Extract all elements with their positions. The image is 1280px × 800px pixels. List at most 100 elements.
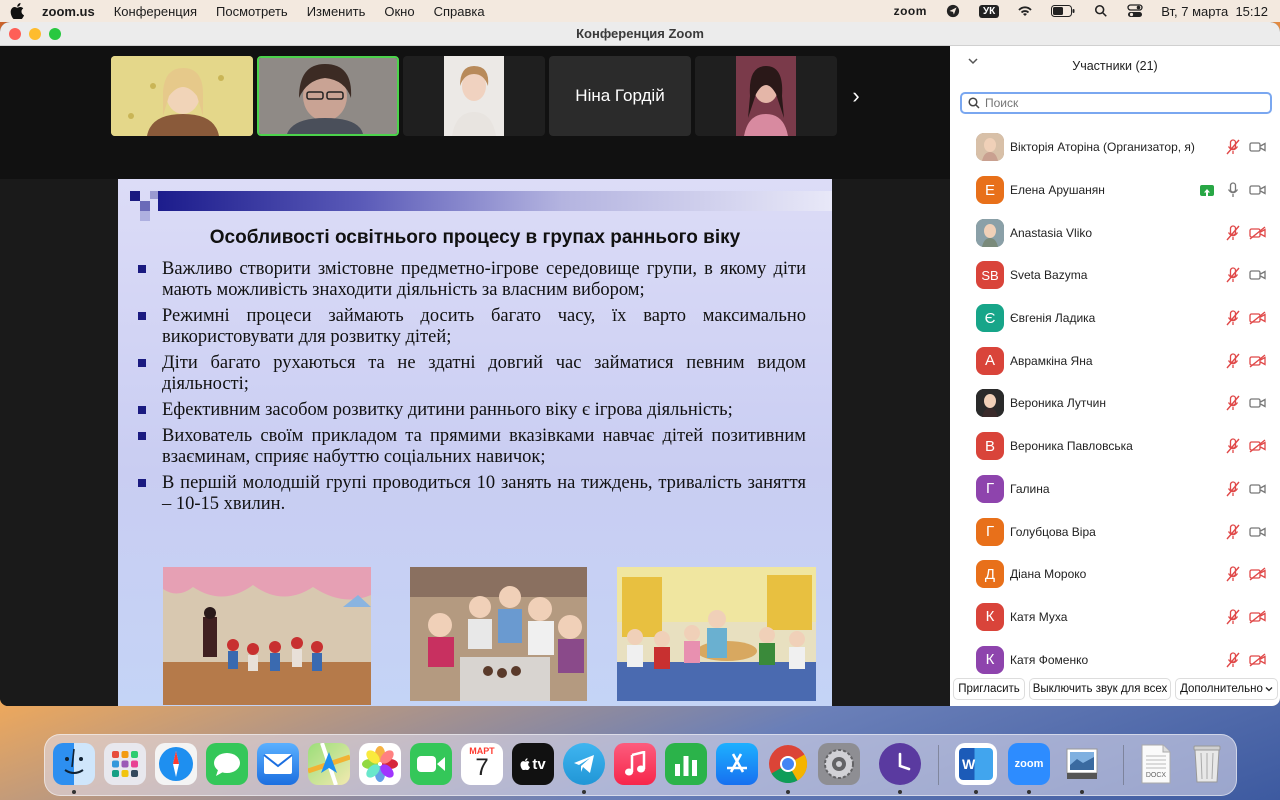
clock-icon[interactable]	[879, 743, 921, 785]
mic-muted-icon[interactable]	[1226, 609, 1240, 625]
menu-view[interactable]: Посмотреть	[216, 4, 288, 19]
camera-off-icon[interactable]	[1249, 354, 1266, 368]
participant-row[interactable]: Е Елена Арушанян	[950, 169, 1280, 212]
wifi-icon[interactable]	[1017, 4, 1033, 18]
close-window-button[interactable]	[9, 27, 21, 40]
video-tile-2-active-speaker[interactable]	[257, 56, 399, 136]
camera-off-icon[interactable]	[1249, 311, 1266, 325]
preview-icon[interactable]	[1061, 743, 1103, 785]
telegram-running-indicator	[582, 790, 586, 794]
facetime-icon[interactable]	[410, 743, 452, 785]
camera-off-icon[interactable]	[1249, 567, 1266, 581]
participant-avatar: Г	[976, 517, 1004, 546]
trash-icon[interactable]	[1186, 743, 1228, 785]
mic-muted-icon[interactable]	[1226, 566, 1240, 582]
participant-avatar: Є	[976, 304, 1004, 333]
messages-icon[interactable]	[206, 743, 248, 785]
menu-app-name[interactable]: zoom.us	[42, 4, 95, 19]
mic-muted-icon[interactable]	[1226, 438, 1240, 454]
participant-row[interactable]: К Катя Муха	[950, 596, 1280, 639]
zoom-icon[interactable]: zoom	[1008, 743, 1050, 785]
menu-conference[interactable]: Конференция	[114, 4, 197, 19]
participant-row[interactable]: SB Sveta Bazyma	[950, 254, 1280, 297]
participant-row[interactable]: Є Євгенія Ладика	[950, 297, 1280, 340]
participant-row[interactable]: К Катя Фоменко	[950, 638, 1280, 681]
apple-tv-label: tv	[532, 755, 546, 773]
mic-muted-icon[interactable]	[1226, 267, 1240, 283]
participants-search-input[interactable]	[985, 96, 1265, 110]
camera-icon[interactable]	[1249, 396, 1266, 410]
camera-off-icon[interactable]	[1249, 226, 1266, 240]
menu-edit[interactable]: Изменить	[307, 4, 366, 19]
camera-icon[interactable]	[1249, 268, 1266, 282]
mic-muted-icon[interactable]	[1226, 481, 1240, 497]
chrome-icon[interactable]	[767, 743, 809, 785]
minimize-window-button[interactable]	[29, 27, 41, 40]
safari-icon[interactable]	[155, 743, 197, 785]
more-options-button[interactable]: Дополнительно	[1175, 678, 1278, 700]
mute-all-button[interactable]: Выключить звук для всех	[1029, 678, 1171, 700]
zoom-status-label[interactable]: zoom	[894, 4, 927, 18]
finder-icon[interactable]	[53, 743, 95, 785]
participants-search-box[interactable]	[960, 92, 1272, 114]
mic-muted-icon[interactable]	[1226, 523, 1240, 540]
mic-muted-icon[interactable]	[1226, 139, 1240, 155]
document-icon[interactable]: DOCX	[1135, 743, 1177, 785]
participants-list: Вікторія Аторіна (Организатор, я) Е Елена …	[950, 126, 1280, 681]
participant-name: Діана Мороко	[1010, 567, 1087, 582]
participant-row[interactable]: Г Голубцова Віра	[950, 510, 1280, 553]
keyboard-layout-badge[interactable]: УК	[978, 4, 1000, 18]
system-settings-icon[interactable]	[818, 743, 860, 785]
participant-row[interactable]: Вікторія Аторіна (Организатор, я)	[950, 126, 1280, 169]
menu-help[interactable]: Справка	[434, 4, 485, 19]
camera-icon[interactable]	[1249, 140, 1266, 154]
participant-row[interactable]: Anastasia Vliko	[950, 211, 1280, 254]
telegram-icon[interactable]	[563, 743, 605, 785]
participant-row[interactable]: Г Галина	[950, 468, 1280, 511]
mail-icon[interactable]	[257, 743, 299, 785]
video-tile-5[interactable]	[695, 56, 837, 136]
fullscreen-window-button[interactable]	[49, 27, 61, 40]
location-arrow-icon[interactable]	[945, 4, 961, 18]
launchpad-icon[interactable]	[104, 743, 146, 785]
numbers-icon[interactable]	[665, 743, 707, 785]
search-icon[interactable]	[1093, 4, 1109, 18]
participant-row[interactable]: А Аврамкіна Яна	[950, 339, 1280, 382]
camera-icon[interactable]	[1249, 525, 1266, 539]
control-center-icon[interactable]	[1127, 4, 1143, 18]
camera-icon[interactable]	[1249, 482, 1266, 496]
collapse-chevron-down-icon[interactable]	[968, 56, 978, 66]
participant-avatar: А	[976, 346, 1004, 375]
apple-tv-icon[interactable]: tv	[512, 743, 554, 785]
apple-logo-icon[interactable]	[10, 3, 24, 19]
camera-off-icon[interactable]	[1249, 610, 1266, 624]
participant-row[interactable]: Вероника Лутчин	[950, 382, 1280, 425]
camera-icon[interactable]	[1249, 183, 1266, 197]
dock-separator	[1123, 745, 1124, 785]
battery-icon[interactable]	[1051, 5, 1075, 17]
camera-off-icon[interactable]	[1249, 439, 1266, 453]
participant-row[interactable]: В Вероника Павловська	[950, 425, 1280, 468]
gallery-next-page-chevron-icon[interactable]: ›	[846, 82, 866, 110]
mic-muted-icon[interactable]	[1226, 353, 1240, 369]
mic-muted-icon[interactable]	[1226, 310, 1240, 326]
music-icon[interactable]	[614, 743, 656, 785]
calendar-icon[interactable]: МАРТ 7	[461, 743, 503, 785]
photos-icon[interactable]	[359, 743, 401, 785]
mic-muted-icon[interactable]	[1226, 225, 1240, 241]
video-tile-4-name-only[interactable]: Ніна Гордій	[549, 56, 691, 136]
app-store-icon[interactable]	[716, 743, 758, 785]
video-tile-3[interactable]	[403, 56, 545, 136]
maps-icon[interactable]	[308, 743, 350, 785]
mic-muted-icon[interactable]	[1226, 651, 1240, 668]
word-icon[interactable]: W	[955, 743, 997, 785]
participant-video-2	[259, 58, 397, 134]
camera-off-icon[interactable]	[1249, 653, 1266, 667]
video-tile-1[interactable]	[111, 56, 253, 136]
menubar-datetime[interactable]: Вт, 7 марта 15:12	[1161, 4, 1268, 19]
menu-window[interactable]: Окно	[384, 4, 414, 19]
invite-button[interactable]: Пригласить	[953, 678, 1025, 700]
mic-muted-icon[interactable]	[1226, 395, 1240, 411]
participant-row[interactable]: Д Діана Мороко	[950, 553, 1280, 596]
mic-icon[interactable]	[1226, 182, 1240, 198]
